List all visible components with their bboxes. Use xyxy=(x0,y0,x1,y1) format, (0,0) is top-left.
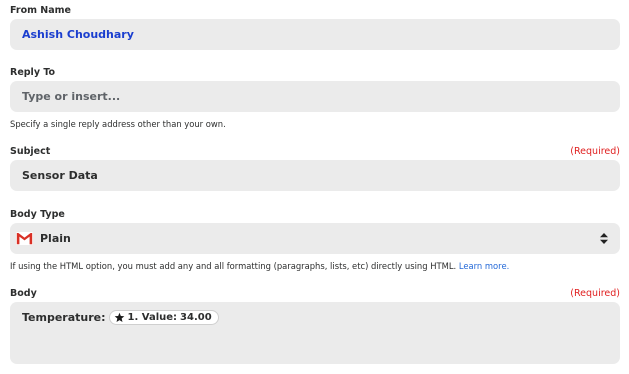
reply-to-label-row: Reply To xyxy=(10,65,620,79)
reply-to-placeholder: Type or insert... xyxy=(22,90,121,103)
subject-field[interactable]: Sensor Data xyxy=(10,160,620,191)
body-type-value: Plain xyxy=(40,232,71,245)
body-label: Body xyxy=(10,287,37,299)
body-type-help: If using the HTML option, you must add a… xyxy=(10,261,509,271)
body-required-badge: (Required) xyxy=(570,287,620,299)
from-name-label-row: From Name xyxy=(10,3,620,17)
body-type-select[interactable]: Plain xyxy=(10,223,620,254)
sort-arrows-icon xyxy=(600,233,608,244)
body-text: Temperature: xyxy=(22,311,106,324)
pill-value: 34.00 xyxy=(180,312,212,323)
star-icon xyxy=(114,312,124,322)
subject-label: Subject xyxy=(10,145,51,157)
subject-required-badge: (Required) xyxy=(570,145,620,157)
from-name-field[interactable]: Ashish Choudhary xyxy=(10,19,620,50)
body-type-label-row: Body Type xyxy=(10,207,620,221)
body-label-row: Body (Required) xyxy=(10,286,620,300)
mapped-value-pill[interactable]: 1. Value: 34.00 xyxy=(108,310,219,325)
reply-to-help: Specify a single reply address other tha… xyxy=(10,119,226,129)
body-content: Temperature: 1. Value: 34.00 xyxy=(22,310,219,325)
email-form: From Name Ashish Choudhary Reply To Type… xyxy=(0,0,629,374)
subject-label-row: Subject (Required) xyxy=(10,144,620,158)
body-type-selected: Plain xyxy=(16,232,71,245)
learn-more-link[interactable]: Learn more. xyxy=(459,261,509,271)
pill-label: 1. Value: xyxy=(127,312,178,323)
from-name-value: Ashish Choudhary xyxy=(22,28,134,41)
reply-to-label: Reply To xyxy=(10,66,56,78)
gmail-icon xyxy=(16,232,33,245)
subject-value: Sensor Data xyxy=(22,169,98,182)
reply-to-field[interactable]: Type or insert... xyxy=(10,81,620,112)
body-type-help-text: If using the HTML option, you must add a… xyxy=(10,261,457,271)
body-type-label: Body Type xyxy=(10,208,65,220)
from-name-label: From Name xyxy=(10,4,72,16)
body-field[interactable]: Temperature: 1. Value: 34.00 xyxy=(10,302,620,364)
